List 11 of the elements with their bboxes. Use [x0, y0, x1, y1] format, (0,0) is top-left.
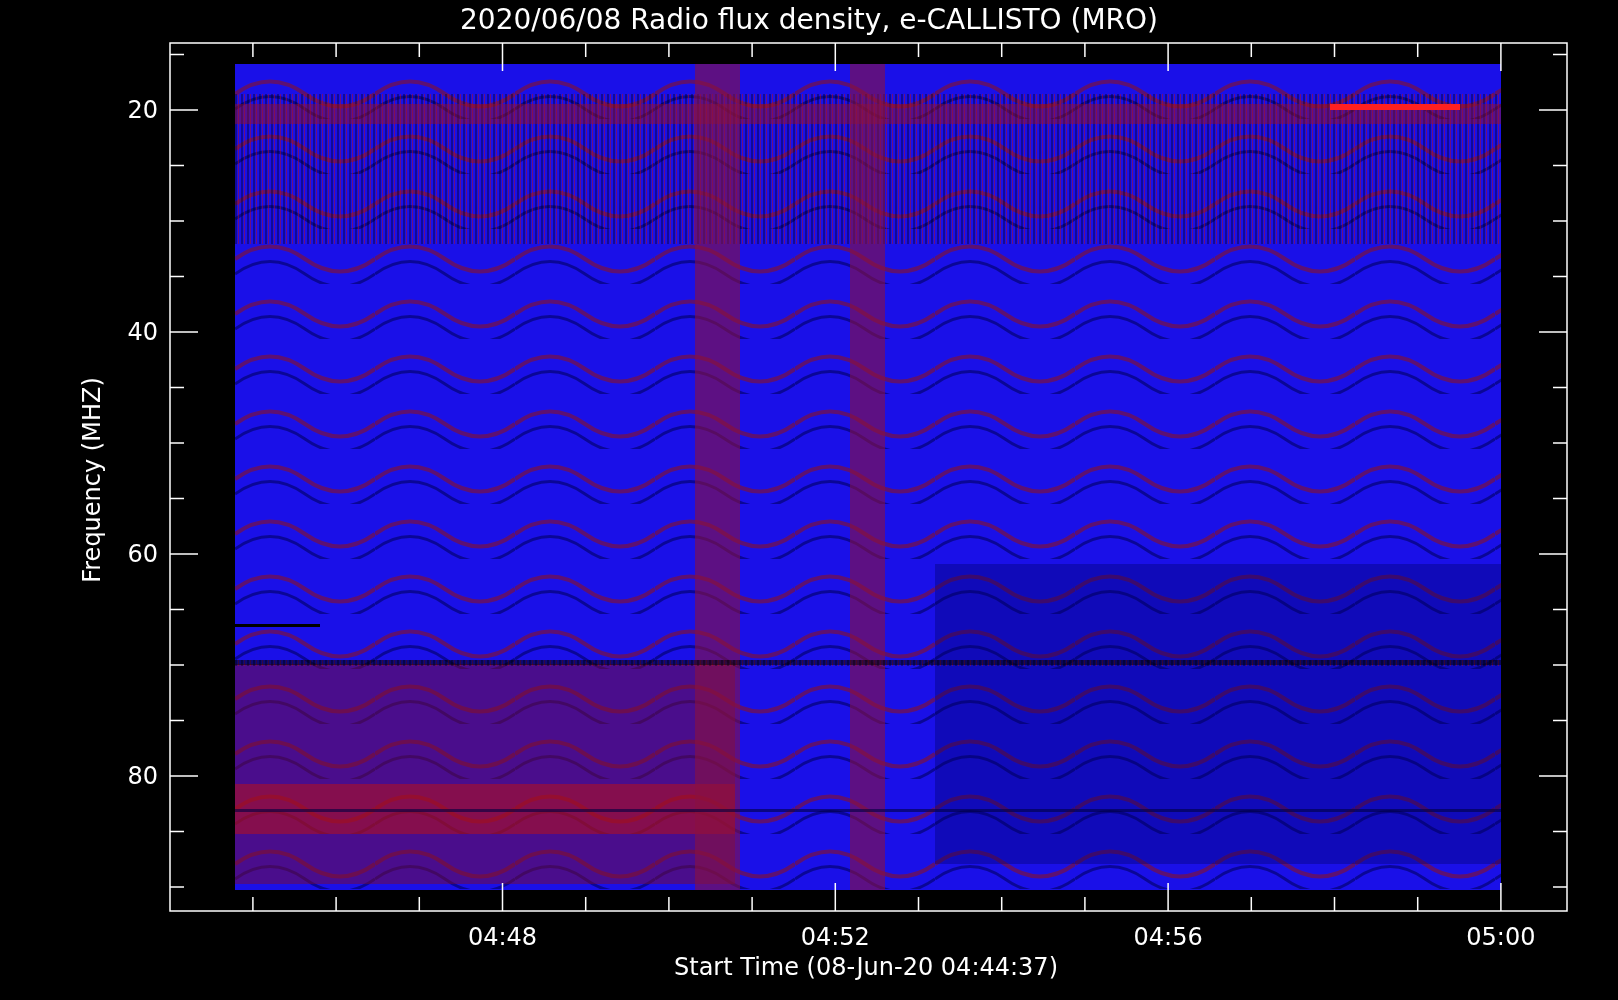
axis-tick-label: 40 [127, 320, 158, 344]
axis-tick-label: 04:48 [467, 925, 538, 949]
axis-tick-label: 04:52 [800, 925, 870, 949]
axis-tick-label: 05:00 [1466, 925, 1536, 949]
axis-label: Frequency (MHZ) [80, 377, 104, 583]
axis-tick-label: 80 [127, 764, 158, 788]
axis-label: Start Time (08-Jun-20 04:44:37) [674, 955, 1058, 979]
axis-tick-label: 04:56 [1133, 925, 1203, 949]
axis-tick-label: 60 [127, 542, 158, 566]
axis-tick-label: 20 [127, 98, 158, 122]
chart-title: 2020/06/08 Radio flux density, e-CALLISTO (MRO) [460, 6, 1158, 34]
